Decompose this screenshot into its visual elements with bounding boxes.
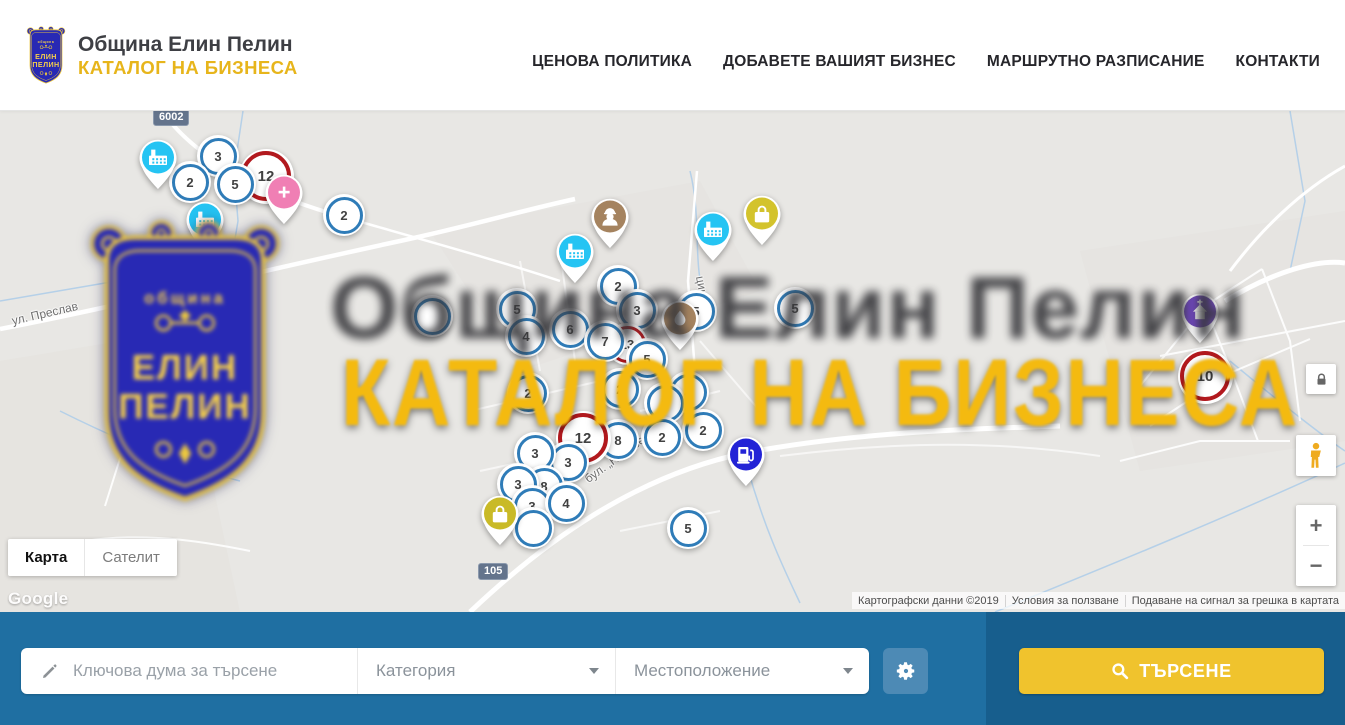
church-icon [1178,291,1222,345]
cluster-count: 5 [777,290,814,327]
shopping-bag-icon [478,493,522,547]
page: Община Елин Пелин КАТАЛОГ НА БИЗНЕСА ЦЕН… [0,0,1345,725]
chevron-down-icon [843,668,853,674]
advanced-search-button[interactable] [883,648,928,694]
zoom-out-button[interactable]: − [1296,546,1336,585]
category-select[interactable]: Категория [358,648,616,694]
map-pin-marker-fuel[interactable] [724,434,768,488]
map-cluster-marker[interactable]: 2 [323,194,365,236]
factory-icon [553,231,597,285]
cluster-count: 4 [548,485,585,522]
map-type-satellite-button[interactable]: Сателит [84,539,177,576]
map-cluster-marker[interactable]: 2 [599,368,641,410]
google-logo[interactable]: Google [8,589,68,609]
cluster-count: 5 [217,166,254,203]
gear-icon [895,660,917,682]
map-cluster-marker[interactable]: 7 [584,320,626,362]
category-select-label: Категория [376,661,455,681]
plus-icon [262,172,306,226]
map-attribution: Картографски данни ©2019 Условия за полз… [852,592,1345,609]
search-bar: ТЪРСЕНЕ Категория Местоположение [0,612,1345,725]
map-canvas[interactable]: 6002105 ул. Преславбул. „Новоселции 3 12… [0,111,1345,612]
pencil-icon [41,663,58,680]
map-cluster-marker[interactable]: 2 [641,416,683,458]
brand-subtitle: КАТАЛОГ НА БИЗНЕСА [78,57,298,78]
cluster-count: 4 [508,318,545,355]
pegman-button[interactable] [1296,435,1336,476]
keyword-input[interactable] [71,660,325,682]
road-number-badge: 105 [478,563,508,580]
location-select[interactable]: Местоположение [616,648,869,694]
map-pin-marker-shopping-bag[interactable] [478,493,522,547]
search-button-label: ТЪРСЕНЕ [1139,661,1231,682]
nav-item-0[interactable]: ЦЕНОВА ПОЛИТИКА [532,53,692,71]
cluster-count [414,298,451,335]
main-nav: ЦЕНОВА ПОЛИТИКА ДОБАВЕТЕ ВАШИЯТ БИЗНЕС МАР… [532,53,1320,71]
attribution-copyright: Картографски данни ©2019 [852,595,1005,607]
map-cluster-marker[interactable]: 2 [507,372,549,414]
map-cluster-marker[interactable]: 4 [505,315,547,357]
lock-icon [1314,372,1329,387]
chevron-down-icon [589,668,599,674]
map-pin-marker-flame[interactable] [658,298,702,352]
map-cluster-marker[interactable]: 5 [774,287,816,329]
brand-title: Община Елин Пелин [78,33,298,56]
map-cluster-marker[interactable]: 10 [1178,349,1233,404]
brand-text: Община Елин Пелин КАТАЛОГ НА БИЗНЕСА [78,33,298,78]
zoom-control: + − [1296,505,1336,586]
cluster-count: 2 [685,412,722,449]
map-pin-marker-factory[interactable] [183,199,227,253]
cluster-count: 2 [510,375,547,412]
factory-icon [691,209,735,263]
road-number-badge: 6002 [153,111,189,126]
brand-logo[interactable]: Община Елин Пелин КАТАЛОГ НА БИЗНЕСА [25,25,298,85]
header: Община Елин Пелин КАТАЛОГ НА БИЗНЕСА ЦЕН… [0,0,1345,111]
flame-icon [658,298,702,352]
map-type-map-button[interactable]: Карта [8,539,84,576]
cluster-count: 6 [552,311,589,348]
cluster-count: 5 [670,510,707,547]
cluster-count: 2 [644,419,681,456]
map-pin-marker-shopping-bag[interactable] [740,193,784,247]
shopping-bag-icon [740,193,784,247]
municipality-crest-icon [25,25,67,85]
cluster-count: 7 [587,323,624,360]
map-pin-marker-plus[interactable] [262,172,306,226]
keyword-field[interactable] [21,648,358,694]
map-pin-marker-factory[interactable] [691,209,735,263]
map-pin-marker-factory[interactable] [553,231,597,285]
cluster-count: 2 [326,197,363,234]
search-icon [1111,662,1129,680]
location-select-label: Местоположение [634,661,770,681]
map-type-control: Карта Сателит [8,539,177,576]
nav-item-1[interactable]: ДОБАВЕТЕ ВАШИЯТ БИЗНЕС [723,53,956,71]
search-fields: Категория Местоположение [21,648,869,694]
fuel-icon [724,434,768,488]
map-pin-marker-factory[interactable] [136,137,180,191]
map-cluster-marker[interactable]: 2 [682,409,724,451]
attribution-terms-link[interactable]: Условия за ползване [1005,595,1125,607]
search-bar-right-panel: ТЪРСЕНЕ [986,612,1345,725]
map-cluster-marker[interactable] [411,295,453,337]
search-button[interactable]: ТЪРСЕНЕ [1019,648,1324,694]
map-pin-marker-church[interactable] [1178,291,1222,345]
nav-item-2[interactable]: МАРШРУТНО РАЗПИСАНИЕ [987,53,1205,71]
map-cluster-marker[interactable]: 5 [667,507,709,549]
factory-icon [136,137,180,191]
attribution-report-link[interactable]: Подаване на сигнал за грешка в картата [1125,595,1345,607]
pegman-icon [1305,442,1327,469]
zoom-in-button[interactable]: + [1296,506,1336,545]
cluster-count: 2 [602,371,639,408]
nav-item-3[interactable]: КОНТАКТИ [1236,53,1320,71]
cluster-count: 10 [1180,351,1230,401]
lock-button[interactable] [1306,364,1336,394]
factory-icon [183,199,227,253]
